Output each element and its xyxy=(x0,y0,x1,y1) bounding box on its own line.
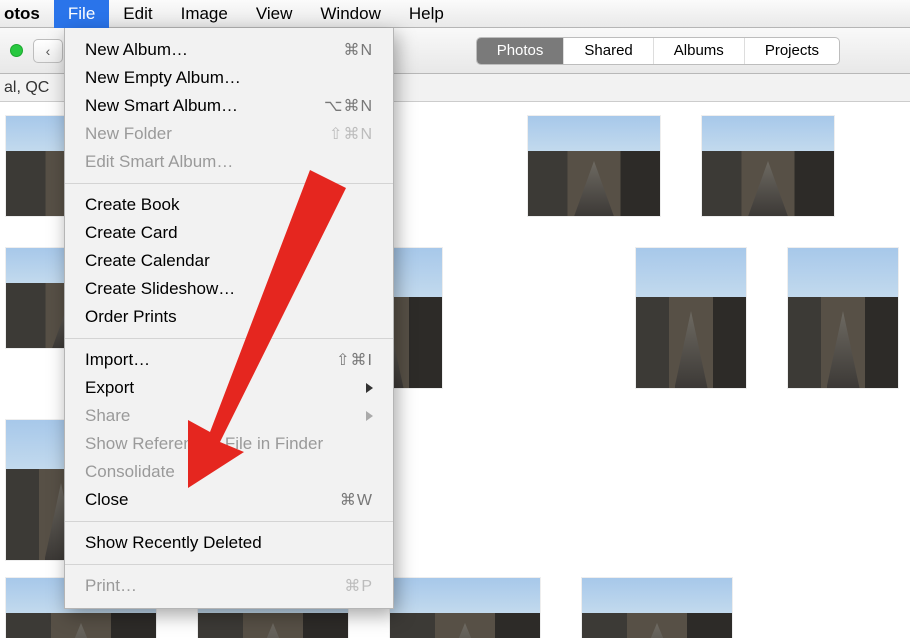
menu-separator xyxy=(65,183,393,184)
submenu-arrow-icon xyxy=(366,383,373,393)
menu-item-label: Close xyxy=(85,490,340,510)
menu-item[interactable]: Create Card xyxy=(65,219,393,247)
menubar-item-view[interactable]: View xyxy=(242,0,307,28)
menu-item-label: Consolidate xyxy=(85,462,373,482)
menu-item-label: Create Slideshow… xyxy=(85,279,373,299)
menu-item-shortcut: ⌘W xyxy=(340,490,373,510)
view-segmented-control: Photos Shared Albums Projects xyxy=(476,37,840,65)
menu-item-shortcut: ⇧⌘N xyxy=(329,124,373,144)
menubar-item-window[interactable]: Window xyxy=(306,0,394,28)
menu-item[interactable]: Create Calendar xyxy=(65,247,393,275)
menu-item-label: Export xyxy=(85,378,360,398)
menu-item-label: New Smart Album… xyxy=(85,96,324,116)
menu-item-shortcut: ⌥⌘N xyxy=(324,96,373,116)
menu-item[interactable]: Export xyxy=(65,374,393,402)
submenu-arrow-icon xyxy=(366,411,373,421)
menu-item[interactable]: New Empty Album… xyxy=(65,64,393,92)
menu-item[interactable]: Create Slideshow… xyxy=(65,275,393,303)
photo-thumbnail[interactable] xyxy=(390,578,540,638)
segment-albums[interactable]: Albums xyxy=(653,38,744,64)
menu-item-label: Order Prints xyxy=(85,307,373,327)
nav-back-button[interactable]: ‹ xyxy=(33,39,63,63)
menu-item[interactable]: New Smart Album…⌥⌘N xyxy=(65,92,393,120)
menubar-item-image[interactable]: Image xyxy=(167,0,242,28)
menu-item-shortcut: ⇧⌘I xyxy=(336,350,373,370)
file-menu-dropdown: New Album…⌘N New Empty Album… New Smart Al… xyxy=(64,28,394,609)
menu-item[interactable]: Close⌘W xyxy=(65,486,393,514)
photo-thumbnail[interactable] xyxy=(788,248,898,388)
menu-item-label: New Album… xyxy=(85,40,343,60)
menubar: otos File Edit Image View Window Help xyxy=(0,0,910,28)
menu-item: New Folder⇧⌘N xyxy=(65,120,393,148)
menu-separator xyxy=(65,564,393,565)
menu-item-label: Edit Smart Album… xyxy=(85,152,373,172)
menu-item-label: Import… xyxy=(85,350,336,370)
window-traffic-light[interactable] xyxy=(10,44,23,57)
menu-item-label: Create Card xyxy=(85,223,373,243)
menu-item: Edit Smart Album… xyxy=(65,148,393,176)
menu-item[interactable]: Import…⇧⌘I xyxy=(65,346,393,374)
menu-item-shortcut: ⌘N xyxy=(343,40,373,60)
menu-item-label: Create Calendar xyxy=(85,251,373,271)
menu-item[interactable]: New Album…⌘N xyxy=(65,36,393,64)
menubar-item-file[interactable]: File xyxy=(54,0,109,28)
menu-separator xyxy=(65,338,393,339)
menu-item[interactable]: Show Recently Deleted xyxy=(65,529,393,557)
menubar-item-help[interactable]: Help xyxy=(395,0,458,28)
photo-thumbnail[interactable] xyxy=(702,116,834,216)
menu-item-label: New Empty Album… xyxy=(85,68,373,88)
menu-item-label: Show Referenced File in Finder xyxy=(85,434,373,454)
menubar-item-edit[interactable]: Edit xyxy=(109,0,166,28)
menu-separator xyxy=(65,521,393,522)
menu-item[interactable]: Order Prints xyxy=(65,303,393,331)
menu-item[interactable]: Create Book xyxy=(65,191,393,219)
menu-item-label: New Folder xyxy=(85,124,329,144)
menu-item: Share xyxy=(65,402,393,430)
photo-thumbnail[interactable] xyxy=(582,578,732,638)
menubar-app-name: otos xyxy=(0,0,54,28)
menu-item: Show Referenced File in Finder xyxy=(65,430,393,458)
segment-projects[interactable]: Projects xyxy=(744,38,839,64)
menu-item-label: Share xyxy=(85,406,360,426)
menu-item-label: Create Book xyxy=(85,195,373,215)
segment-shared[interactable]: Shared xyxy=(563,38,652,64)
menu-item: Consolidate xyxy=(65,458,393,486)
menu-item-shortcut: ⌘P xyxy=(344,576,373,596)
segment-photos[interactable]: Photos xyxy=(477,38,564,64)
menu-item-label: Print… xyxy=(85,576,344,596)
photo-thumbnail[interactable] xyxy=(636,248,746,388)
menu-item-label: Show Recently Deleted xyxy=(85,533,373,553)
menu-item: Print…⌘P xyxy=(65,572,393,600)
chevron-left-icon: ‹ xyxy=(46,43,51,59)
photo-thumbnail[interactable] xyxy=(528,116,660,216)
